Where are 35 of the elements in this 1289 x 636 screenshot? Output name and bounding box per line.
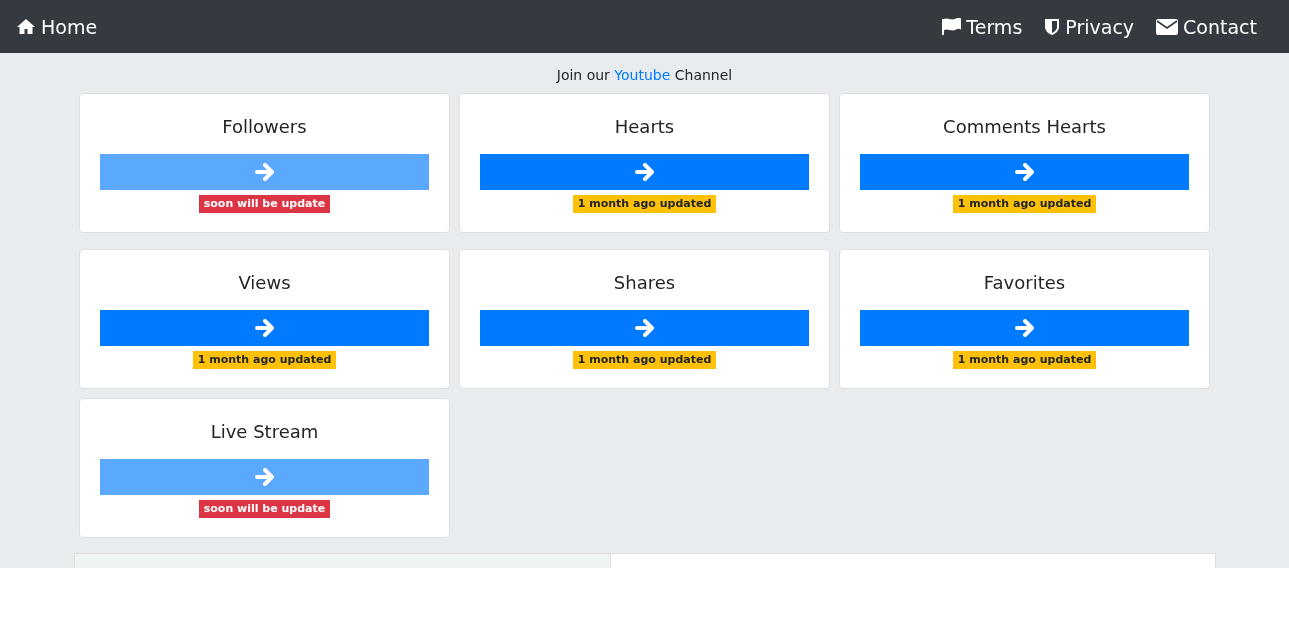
card-title: Favorites <box>983 271 1066 295</box>
card-title: Live Stream <box>210 420 319 444</box>
status-badge: 1 month ago updated <box>952 195 1097 213</box>
flag-icon <box>941 17 962 36</box>
go-button[interactable] <box>100 310 429 346</box>
go-button[interactable] <box>480 154 809 190</box>
home-link[interactable]: Home <box>16 15 98 38</box>
shield-icon <box>1044 17 1061 36</box>
go-button[interactable] <box>480 310 809 346</box>
mail-icon <box>1156 18 1179 35</box>
status-badge: 1 month ago updated <box>192 351 337 369</box>
arrow-right-icon <box>1014 319 1035 337</box>
card-title: Hearts <box>614 115 675 139</box>
status-badge: 1 month ago updated <box>572 351 717 369</box>
nav-link[interactable]: Terms <box>941 15 1023 38</box>
arrow-right-icon <box>254 163 275 181</box>
go-button[interactable] <box>860 310 1189 346</box>
arrow-right-icon <box>634 319 655 337</box>
card-title: Views <box>238 271 291 295</box>
card-title: Followers <box>222 115 307 139</box>
status-badge: 1 month ago updated <box>572 195 717 213</box>
arrow-right-icon <box>254 468 275 486</box>
status-badge: soon will be update <box>198 195 331 213</box>
status-badge: 1 month ago updated <box>952 351 1097 369</box>
card-title: Shares <box>613 271 676 295</box>
card-title: Comments Hearts <box>943 115 1106 139</box>
arrow-right-icon <box>1014 163 1035 181</box>
go-button[interactable] <box>860 154 1189 190</box>
promo-text: Join our Youtube Channel <box>556 67 733 83</box>
arrow-right-icon <box>254 319 275 337</box>
arrow-right-icon <box>634 163 655 181</box>
status-badge: soon will be update <box>198 500 331 518</box>
nav-link[interactable]: Privacy <box>1044 15 1135 38</box>
nav-link[interactable]: Contact <box>1156 15 1257 38</box>
home-icon <box>16 18 36 35</box>
